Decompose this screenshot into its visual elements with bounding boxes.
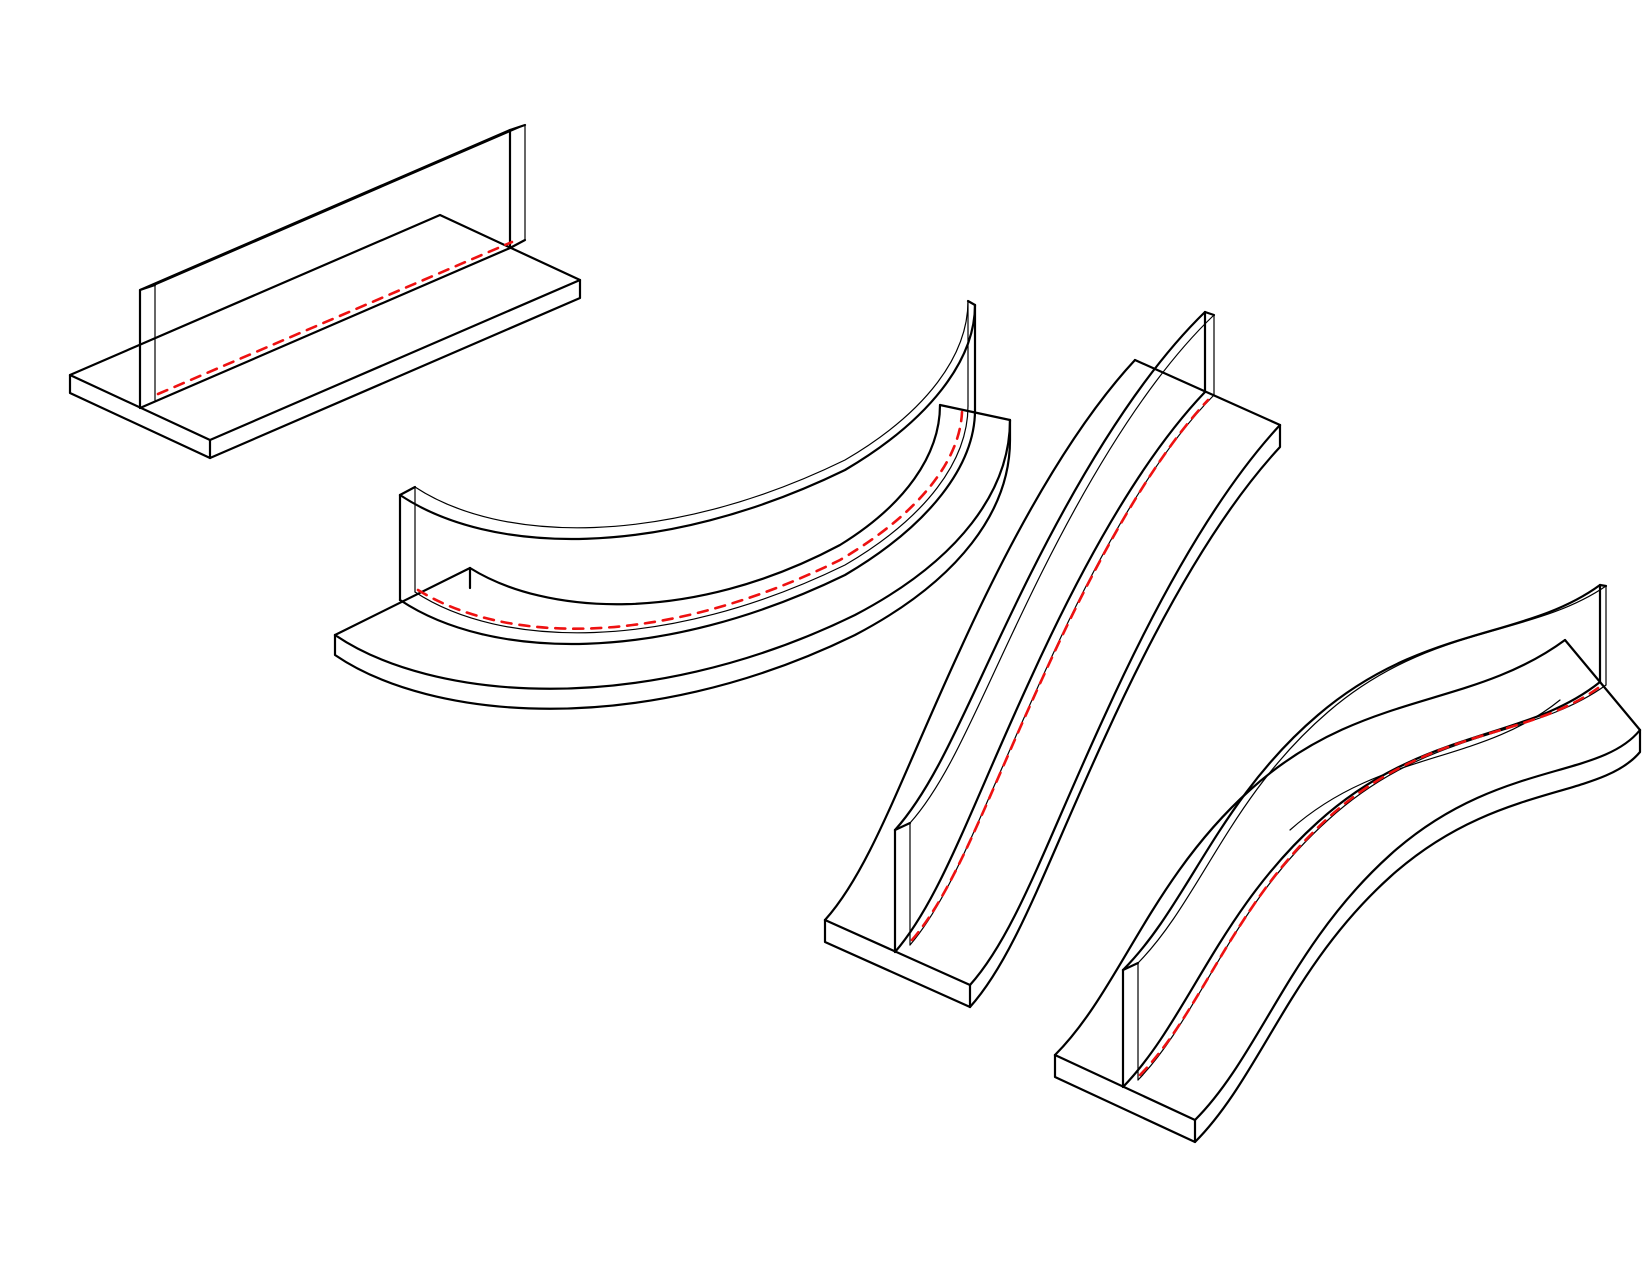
- shape-s-curve-T: [1055, 585, 1640, 1142]
- shape-straight-T: [70, 125, 580, 458]
- shape-vertical-curve-T: [825, 312, 1280, 1007]
- shape-arc-T: [335, 301, 1010, 709]
- diagram-canvas: [0, 0, 1650, 1275]
